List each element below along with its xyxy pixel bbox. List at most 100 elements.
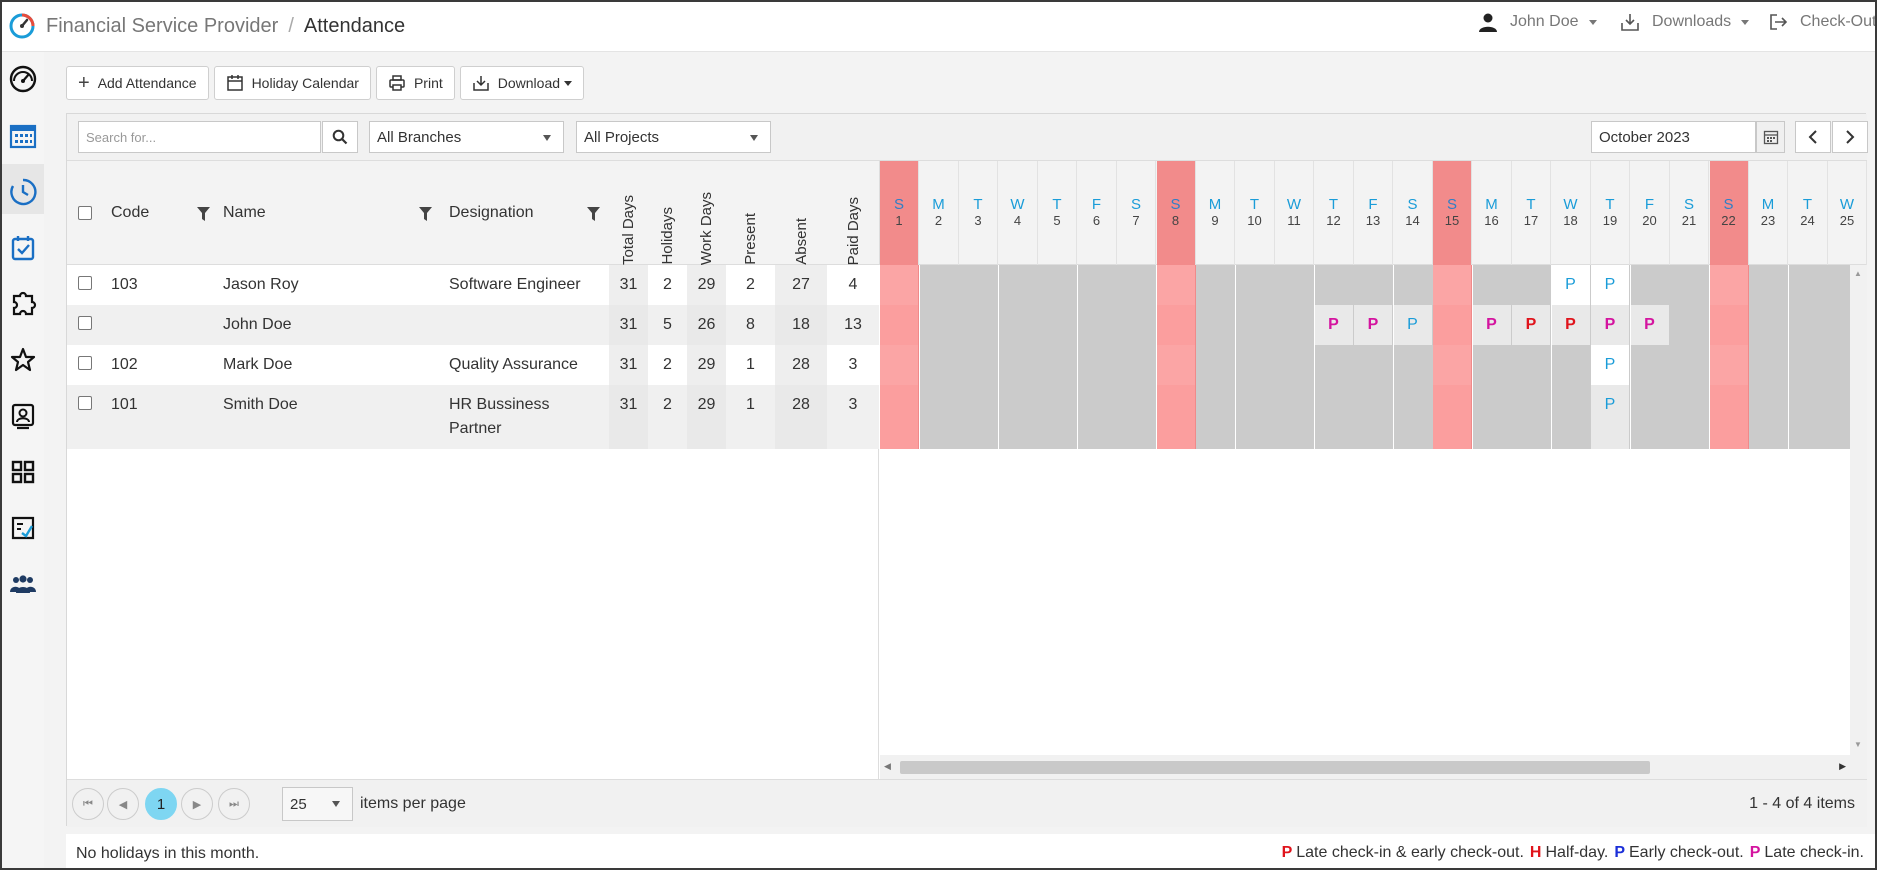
day-cell[interactable] xyxy=(1038,385,1077,449)
sidebar-item-projects[interactable] xyxy=(9,290,37,318)
last-page-button[interactable]: ⏭ xyxy=(218,788,250,820)
day-cell[interactable] xyxy=(1749,265,1788,305)
day-header-25[interactable]: W 25 xyxy=(1828,161,1867,265)
day-header-19[interactable]: T 19 xyxy=(1591,161,1630,265)
day-cell[interactable] xyxy=(1196,305,1235,345)
day-cell[interactable] xyxy=(1156,385,1196,449)
day-header-1[interactable]: S1 xyxy=(880,161,919,265)
day-cell[interactable] xyxy=(880,345,919,385)
downloads-menu[interactable]: Downloads xyxy=(1620,12,1750,32)
day-header-11[interactable]: W 11 xyxy=(1275,161,1314,265)
column-header-absent[interactable]: Absent xyxy=(775,161,827,265)
check-out-button[interactable]: Check-Out xyxy=(1768,12,1875,32)
day-header-20[interactable]: F 20 xyxy=(1631,161,1670,265)
projects-dropdown[interactable]: All Projects xyxy=(576,121,771,153)
sidebar-item-time[interactable] xyxy=(9,178,37,206)
day-cell[interactable] xyxy=(919,305,959,345)
column-header-work-days[interactable]: Work Days xyxy=(687,161,726,265)
day-cell[interactable] xyxy=(1788,345,1828,385)
day-cell[interactable] xyxy=(1235,265,1275,305)
day-cell[interactable] xyxy=(998,265,1038,305)
filter-icon[interactable] xyxy=(587,207,600,221)
month-picker-input[interactable]: October 2023 xyxy=(1591,121,1756,153)
branches-dropdown[interactable]: All Branches xyxy=(369,121,564,153)
day-cell[interactable] xyxy=(1275,265,1314,305)
day-cell[interactable] xyxy=(1393,265,1433,305)
day-cell[interactable] xyxy=(1275,385,1314,449)
day-cell[interactable] xyxy=(1196,265,1235,305)
day-cell[interactable] xyxy=(1788,385,1828,449)
day-cell[interactable] xyxy=(1117,305,1156,345)
day-cell[interactable] xyxy=(1077,265,1117,305)
day-cell[interactable] xyxy=(1275,305,1314,345)
day-cell[interactable] xyxy=(1709,265,1749,305)
filter-icon[interactable] xyxy=(197,207,210,221)
day-cell[interactable] xyxy=(1433,385,1472,449)
day-cell[interactable] xyxy=(1196,345,1235,385)
day-header-24[interactable]: T 24 xyxy=(1789,161,1828,265)
day-cell[interactable]: P xyxy=(1591,385,1630,449)
day-cell[interactable] xyxy=(998,345,1038,385)
day-cell[interactable] xyxy=(1117,345,1156,385)
next-page-button[interactable]: ▶ xyxy=(181,788,213,820)
day-cell[interactable]: P xyxy=(1472,305,1512,345)
day-header-16[interactable]: M 16 xyxy=(1473,161,1512,265)
day-cell[interactable] xyxy=(1314,265,1354,305)
day-cell[interactable] xyxy=(880,305,919,345)
scroll-up-arrow-icon[interactable]: ▲ xyxy=(1854,269,1862,278)
column-header-name[interactable]: Name xyxy=(223,161,403,265)
scroll-down-arrow-icon[interactable]: ▼ xyxy=(1854,740,1862,749)
day-cell[interactable] xyxy=(1433,305,1472,345)
day-cell[interactable] xyxy=(1749,305,1788,345)
day-cell[interactable]: P xyxy=(1512,305,1551,345)
day-header-22[interactable]: S 22 xyxy=(1709,161,1749,265)
day-cell[interactable] xyxy=(880,265,919,305)
day-cell[interactable] xyxy=(1156,265,1196,305)
day-cell[interactable] xyxy=(1393,345,1433,385)
day-cell[interactable] xyxy=(959,265,998,305)
day-cell[interactable]: P xyxy=(1354,305,1393,345)
day-cell[interactable] xyxy=(919,265,959,305)
sidebar-item-team[interactable] xyxy=(9,570,37,598)
horizontal-scrollbar[interactable]: ◀ ▶ xyxy=(880,755,1850,779)
day-header-17[interactable]: T 17 xyxy=(1512,161,1551,265)
sidebar-item-favorites[interactable] xyxy=(9,346,37,374)
day-cell[interactable] xyxy=(1354,345,1393,385)
day-cell[interactable] xyxy=(959,345,998,385)
day-header-4[interactable]: W4 xyxy=(999,161,1038,265)
day-cell[interactable] xyxy=(1433,345,1472,385)
day-cell[interactable] xyxy=(998,305,1038,345)
day-cell[interactable] xyxy=(1472,385,1512,449)
sidebar-item-tasks[interactable] xyxy=(9,234,37,262)
day-cell[interactable] xyxy=(1235,305,1275,345)
column-header-paid-days[interactable]: Paid Days xyxy=(827,161,879,265)
prev-month-button[interactable] xyxy=(1795,121,1831,153)
day-header-8[interactable]: S8 xyxy=(1156,161,1196,265)
day-cell[interactable] xyxy=(919,345,959,385)
day-cell[interactable] xyxy=(1630,265,1670,305)
day-cell[interactable] xyxy=(1512,345,1551,385)
column-header-holidays[interactable]: Holidays xyxy=(648,161,687,265)
month-picker-button[interactable] xyxy=(1756,121,1785,153)
row-checkbox[interactable] xyxy=(78,316,92,330)
sidebar-item-apps[interactable] xyxy=(9,458,37,486)
day-header-21[interactable]: S 21 xyxy=(1670,161,1709,265)
day-cell[interactable]: P xyxy=(1551,305,1591,345)
day-cell[interactable] xyxy=(1156,345,1196,385)
download-button[interactable]: Download xyxy=(459,66,585,100)
app-logo-icon[interactable] xyxy=(8,12,36,40)
day-cell[interactable] xyxy=(1551,385,1591,449)
day-cell[interactable] xyxy=(919,385,959,449)
breadcrumb-app-name[interactable]: Financial Service Provider xyxy=(46,15,278,37)
column-header-designation[interactable]: Designation xyxy=(449,161,609,265)
day-header-18[interactable]: W 18 xyxy=(1552,161,1591,265)
day-cell[interactable] xyxy=(1472,345,1512,385)
day-cell[interactable] xyxy=(1749,385,1788,449)
row-checkbox[interactable] xyxy=(78,356,92,370)
day-header-2[interactable]: M2 xyxy=(920,161,959,265)
day-cell[interactable] xyxy=(1077,385,1117,449)
page-number-button[interactable]: 1 xyxy=(145,788,177,820)
day-cell[interactable] xyxy=(1077,305,1117,345)
sidebar-item-profile[interactable] xyxy=(9,402,37,430)
select-all-checkbox[interactable] xyxy=(78,206,92,220)
